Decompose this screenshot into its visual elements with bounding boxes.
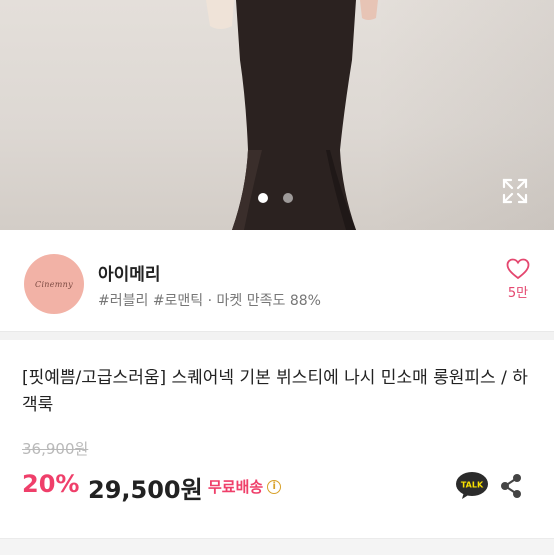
seller-row[interactable]: Cinemny 아이메리 #러블리 #로맨틱 · 마켓 만족도 88% 5만	[0, 232, 554, 330]
carousel-dot-2[interactable]	[283, 193, 293, 203]
info-icon[interactable]: i	[267, 479, 282, 494]
free-shipping-badge[interactable]: 무료배송 i	[208, 476, 282, 497]
seller-name[interactable]: 아이메리	[98, 260, 161, 285]
like-count: 5만	[507, 286, 529, 301]
expand-icon[interactable]	[502, 178, 528, 204]
bottom-divider	[0, 538, 554, 555]
like-button[interactable]: 5만	[498, 258, 538, 301]
seller-avatar[interactable]: Cinemny	[24, 254, 84, 314]
talk-label: TALK	[461, 481, 484, 490]
avatar-logo-text: Cinemny	[35, 279, 73, 289]
carousel-dots	[258, 193, 293, 203]
heart-outline-icon	[506, 258, 530, 280]
seller-tags: #러블리 #로맨틱 · 마켓 만족도 88%	[98, 293, 321, 309]
section-divider	[0, 331, 554, 340]
carousel-dot-1[interactable]	[258, 193, 268, 203]
original-price: 36,900원	[22, 440, 89, 458]
sale-price: 29,500원	[88, 476, 203, 504]
product-image[interactable]	[0, 0, 554, 230]
share-icon[interactable]	[499, 473, 523, 499]
discount-rate: 20%	[22, 470, 80, 498]
product-title: [핏예쁨/고급스러움] 스퀘어넥 기본 뷔스티에 나시 민소매 롱원피스 / 하…	[22, 368, 528, 415]
free-shipping-label: 무료배송	[208, 478, 264, 496]
kakao-talk-button[interactable]: TALK	[456, 472, 488, 500]
